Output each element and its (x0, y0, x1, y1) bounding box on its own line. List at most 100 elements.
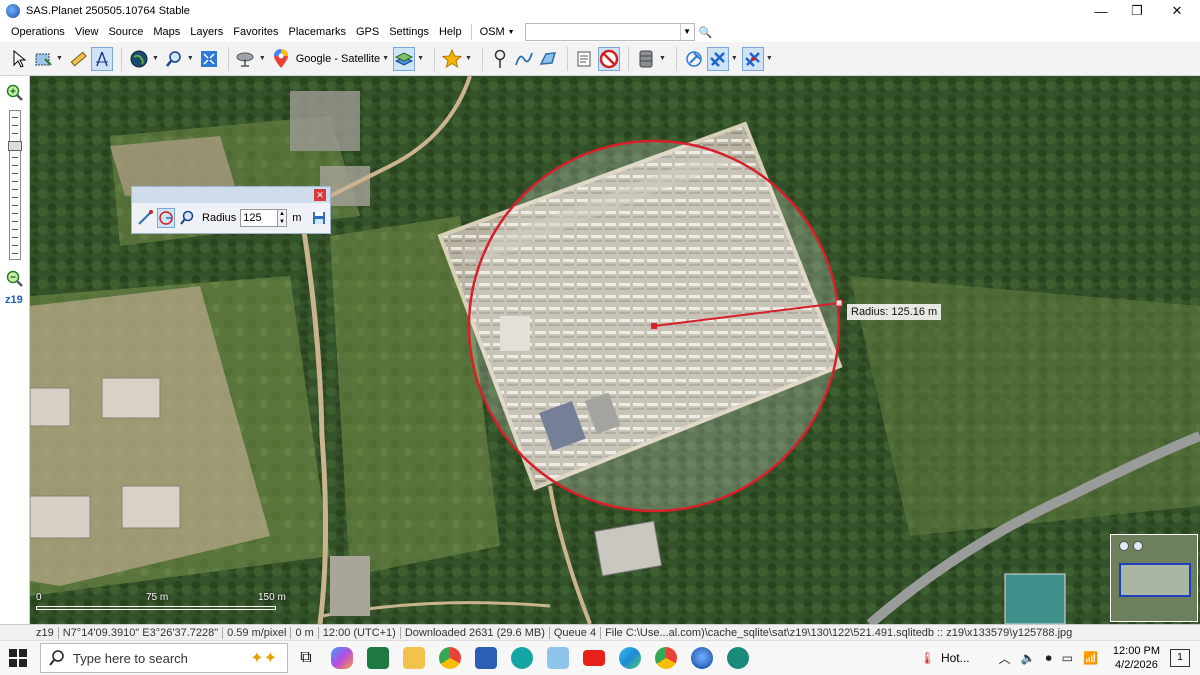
satellite-dish-button[interactable] (235, 47, 257, 71)
add-placemark-button[interactable] (489, 47, 511, 71)
line-mode-button[interactable] (136, 208, 155, 228)
placemark-manager-button[interactable] (574, 47, 596, 71)
chevron-down-icon[interactable]: ▼ (259, 55, 266, 62)
menu-help[interactable]: Help (434, 22, 467, 42)
chevron-up-icon[interactable]: ︿ (999, 650, 1011, 667)
globe-button[interactable] (128, 47, 150, 71)
radius-panel-header[interactable]: ✕ (132, 187, 330, 203)
excel-app[interactable] (360, 641, 396, 675)
edge-app[interactable] (612, 641, 648, 675)
radius-spinner[interactable]: ▲ ▼ (277, 209, 288, 227)
zoom-tool-button[interactable] (163, 47, 185, 71)
minimize-button[interactable]: — (1084, 0, 1118, 22)
circular-app-icon (511, 647, 533, 669)
teal-app[interactable] (504, 641, 540, 675)
close-icon[interactable]: ✕ (314, 189, 326, 201)
weather-widget[interactable]: 🌡 Hot... (920, 651, 970, 665)
radius-edge-handle[interactable] (835, 299, 843, 307)
minimap-zoom-out-icon[interactable] (1133, 541, 1143, 551)
menu-favorites[interactable]: Favorites (228, 22, 283, 42)
copilot-sparkle-icon[interactable]: ✦✦ (250, 648, 277, 668)
search-provider-select[interactable]: OSM ▼ (476, 26, 519, 38)
zoom-out-icon[interactable] (6, 270, 24, 288)
favorites-button[interactable] (441, 47, 463, 71)
zoom-in-icon[interactable] (6, 84, 24, 102)
menu-settings[interactable]: Settings (384, 22, 434, 42)
search-app[interactable] (720, 641, 756, 675)
menu-operations[interactable]: Operations (0, 22, 70, 42)
radius-input[interactable]: 125 (240, 209, 278, 227)
circle-mode-button[interactable] (156, 208, 176, 228)
chrome-app[interactable] (432, 641, 468, 675)
search-dropdown-icon[interactable]: ▼ (679, 24, 694, 40)
map-source-select[interactable]: Google - Satellite (296, 53, 380, 65)
database-icon (639, 50, 653, 67)
taskbar-search-box[interactable]: Type here to search ✦✦ (40, 643, 288, 673)
copilot-app[interactable] (324, 641, 360, 675)
menu-view[interactable]: View (70, 22, 104, 42)
chevron-down-icon[interactable]: ▼ (152, 55, 159, 62)
zoom-to-circle-button[interactable] (177, 208, 196, 228)
map-scale: 0 75 m 150 m (36, 592, 306, 614)
radius-unit-label: m (292, 212, 302, 224)
network-icon[interactable]: 📶 (1083, 651, 1098, 665)
maximize-icon: ❐ (1131, 3, 1143, 18)
ruler-tool-button[interactable] (67, 47, 89, 71)
folder-icon (403, 647, 425, 669)
youtube-app[interactable] (576, 641, 612, 675)
menu-layers[interactable]: Layers (185, 22, 228, 42)
close-button[interactable]: ✕ (1160, 0, 1194, 22)
map-source-icon-button[interactable] (270, 47, 292, 71)
chevron-down-icon[interactable]: ▼ (382, 55, 389, 62)
chrome-profile-app[interactable] (648, 641, 684, 675)
search-input[interactable]: ▼ (524, 23, 695, 41)
word-app[interactable] (468, 641, 504, 675)
camera-icon[interactable]: ⏺ (1046, 651, 1052, 666)
search-icon[interactable]: 🔍 (699, 26, 713, 39)
chevron-down-icon[interactable]: ▼ (187, 55, 194, 62)
chevron-down-icon[interactable]: ▼ (659, 55, 666, 62)
menu-gps[interactable]: GPS (351, 22, 384, 42)
task-view-button[interactable]: ⧉ (288, 641, 324, 675)
zoom-slider-thumb[interactable] (8, 141, 22, 151)
maximize-button[interactable]: ❐ (1120, 0, 1154, 22)
start-button[interactable] (0, 641, 36, 675)
chevron-down-icon[interactable]: ▼ (417, 55, 424, 62)
add-polygon-button[interactable] (537, 47, 559, 71)
chevron-down-icon[interactable]: ▼ (56, 55, 63, 62)
menu-placemarks[interactable]: Placemarks (284, 22, 351, 42)
zoom-slider[interactable] (8, 110, 22, 260)
circle-radius-icon (159, 211, 173, 225)
file-explorer-app[interactable] (396, 641, 432, 675)
battery-icon[interactable]: ▭ (1062, 651, 1073, 665)
minimap-viewport[interactable] (1119, 563, 1191, 597)
sasplanet-app[interactable] (684, 641, 720, 675)
fullscreen-button[interactable] (198, 47, 220, 71)
menu-source[interactable]: Source (103, 22, 148, 42)
menu-maps[interactable]: Maps (148, 22, 185, 42)
add-path-button[interactable] (513, 47, 535, 71)
radius-center-marker[interactable] (651, 323, 657, 329)
minimap[interactable] (1110, 534, 1198, 622)
chevron-down-icon[interactable]: ▼ (465, 55, 472, 62)
cache-button[interactable] (635, 47, 657, 71)
pointer-tool-button[interactable] (8, 47, 30, 71)
layers-button[interactable] (393, 46, 416, 71)
volume-icon[interactable]: 🔈 (1021, 651, 1036, 665)
notification-center-button[interactable]: 1 (1170, 649, 1190, 667)
select-area-button[interactable] (32, 47, 54, 71)
chevron-down-icon[interactable]: ▼ (731, 55, 738, 62)
minimap-zoom-in-icon[interactable] (1119, 541, 1129, 551)
notepad-app[interactable] (540, 641, 576, 675)
compass-icon (95, 51, 108, 66)
gps-connect-button[interactable] (683, 47, 705, 71)
close-icon: ✕ (1171, 3, 1183, 18)
map-view[interactable] (30, 76, 1200, 624)
gps-center-button[interactable] (741, 46, 764, 71)
clock[interactable]: 12:00 PM 4/2/2026 (1113, 644, 1160, 672)
chevron-down-icon[interactable]: ▼ (766, 55, 773, 62)
circle-radius-tool-button[interactable] (90, 46, 113, 71)
save-button[interactable] (309, 208, 328, 228)
hide-placemarks-button[interactable] (597, 46, 620, 71)
gps-track-button[interactable] (706, 46, 729, 71)
